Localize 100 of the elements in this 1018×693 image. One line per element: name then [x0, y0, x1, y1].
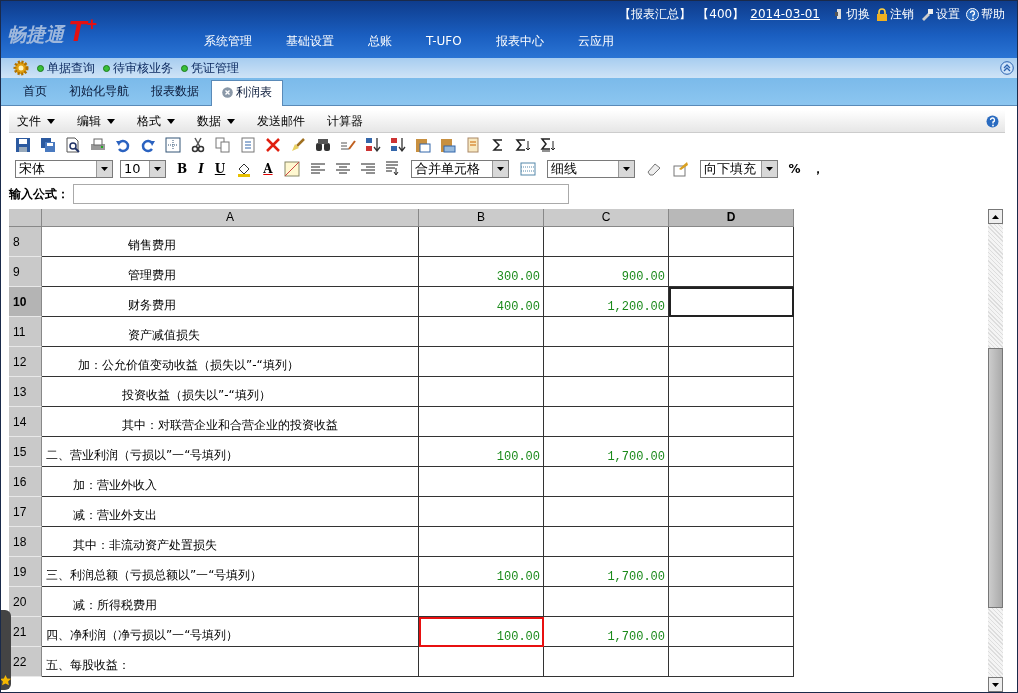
table-cell[interactable]: [669, 407, 794, 437]
wrap-text-icon[interactable]: [385, 161, 400, 177]
align-left-icon[interactable]: [310, 163, 325, 175]
header-action[interactable]: 切换: [834, 5, 870, 23]
nav-item[interactable]: 报表中心: [495, 32, 544, 50]
delete-icon[interactable]: [265, 137, 281, 153]
help-icon[interactable]: [986, 114, 999, 128]
table-icon[interactable]: [519, 162, 536, 176]
align-center-icon[interactable]: [335, 163, 350, 175]
comma-button[interactable]: ，: [811, 160, 824, 178]
row-header[interactable]: 17: [9, 497, 42, 527]
fill-bucket-icon[interactable]: [236, 161, 253, 177]
table-cell[interactable]: [669, 377, 794, 407]
table-cell[interactable]: [669, 497, 794, 527]
nav-item[interactable]: 总账: [368, 32, 392, 50]
align-right-icon[interactable]: [360, 163, 375, 175]
copy-icon[interactable]: [215, 137, 231, 153]
tab[interactable]: 首页: [13, 80, 57, 105]
bold-button[interactable]: B: [177, 162, 188, 176]
tab[interactable]: 报表数据: [141, 80, 209, 105]
formula-field[interactable]: [73, 184, 569, 204]
table-cell[interactable]: [669, 587, 794, 617]
menu-item[interactable]: 格式: [137, 112, 175, 130]
column-header[interactable]: B: [419, 209, 544, 227]
scrollbar[interactable]: [988, 209, 1003, 692]
table-cell[interactable]: [669, 347, 794, 377]
brush-icon[interactable]: [290, 137, 306, 153]
table-cell[interactable]: [669, 467, 794, 497]
quick-link[interactable]: 单据查询: [37, 59, 95, 77]
row-header[interactable]: 18: [9, 527, 42, 557]
sort-ascending-icon[interactable]: [365, 137, 381, 153]
floppies-icon[interactable]: [40, 137, 56, 153]
table-cell[interactable]: [669, 257, 794, 287]
menu-item[interactable]: 计算器: [327, 112, 363, 130]
header-action[interactable]: 注销: [876, 5, 914, 23]
menu-item[interactable]: 编辑: [77, 112, 115, 130]
scroll-up-icon[interactable]: [992, 214, 999, 219]
clipboard-icon[interactable]: [440, 137, 456, 153]
nav-item[interactable]: 系统管理: [204, 32, 252, 50]
nav-item[interactable]: 云应用: [577, 32, 614, 50]
column-header[interactable]: D: [669, 209, 794, 227]
quick-link[interactable]: 凭证管理: [181, 59, 239, 77]
table-cell[interactable]: [669, 647, 794, 677]
column-header[interactable]: A: [42, 209, 419, 227]
collapse-icon[interactable]: [1000, 61, 1014, 75]
sum-down-icon[interactable]: [515, 137, 531, 153]
row-header[interactable]: 15: [9, 437, 42, 467]
italic-button[interactable]: I: [198, 162, 204, 176]
scissors-icon[interactable]: [190, 137, 206, 153]
row-header[interactable]: 13: [9, 377, 42, 407]
gear-icon[interactable]: [13, 60, 29, 76]
table-cell[interactable]: [669, 527, 794, 557]
row-header[interactable]: 22: [9, 647, 42, 677]
tab[interactable]: 利润表: [211, 80, 283, 106]
binoculars-icon[interactable]: [315, 137, 331, 153]
scroll-down-icon[interactable]: [992, 682, 999, 687]
table-cell[interactable]: [669, 557, 794, 587]
font-select[interactable]: 宋体: [15, 160, 113, 178]
row-header[interactable]: 14: [9, 407, 42, 437]
column-header[interactable]: C: [544, 209, 669, 227]
table-cell[interactable]: [669, 437, 794, 467]
date-link[interactable]: 2014-03-01: [750, 7, 820, 21]
quick-link[interactable]: 待审核业务: [103, 59, 173, 77]
floppy-icon[interactable]: [15, 137, 31, 153]
header-action[interactable]: 设置: [920, 5, 960, 23]
redo-icon[interactable]: [140, 137, 156, 153]
nav-item[interactable]: T-UFO: [426, 34, 462, 48]
row-header[interactable]: 16: [9, 467, 42, 497]
row-header[interactable]: 21: [9, 617, 42, 647]
row-header[interactable]: 9: [9, 257, 42, 287]
tab[interactable]: 初始化导航: [59, 80, 139, 105]
table-cell[interactable]: [669, 317, 794, 347]
print-preview-icon[interactable]: [65, 137, 81, 153]
underline-button[interactable]: U: [214, 162, 226, 176]
merge-select[interactable]: 合并单元格: [410, 160, 509, 178]
eraser-icon[interactable]: [645, 162, 662, 176]
menu-item[interactable]: 文件: [17, 112, 55, 130]
selected-cell[interactable]: [669, 287, 794, 317]
font-color-button[interactable]: A: [263, 162, 273, 176]
table-cell[interactable]: [669, 227, 794, 257]
size-select[interactable]: 10: [120, 160, 166, 178]
menu-item[interactable]: 数据: [197, 112, 235, 130]
nav-item[interactable]: 基础设置: [286, 32, 334, 50]
border-icon[interactable]: [283, 161, 300, 177]
row-header[interactable]: 8: [9, 227, 42, 257]
close-icon[interactable]: [222, 87, 233, 98]
row-header[interactable]: 10: [9, 287, 42, 317]
border-style-select[interactable]: 细线: [546, 160, 635, 178]
header-action[interactable]: 帮助: [966, 5, 1005, 23]
percent-button[interactable]: %: [788, 162, 801, 176]
row-header[interactable]: 20: [9, 587, 42, 617]
row-header[interactable]: 12: [9, 347, 42, 377]
undo-icon[interactable]: [115, 137, 131, 153]
row-header[interactable]: 19: [9, 557, 42, 587]
fill-select[interactable]: 向下填充: [699, 160, 778, 178]
clipboard-icon[interactable]: [415, 137, 431, 153]
row-header[interactable]: 11: [9, 317, 42, 347]
printer-icon[interactable]: [90, 137, 106, 153]
table-cell[interactable]: [669, 617, 794, 647]
sum-down-icon[interactable]: [540, 137, 556, 153]
